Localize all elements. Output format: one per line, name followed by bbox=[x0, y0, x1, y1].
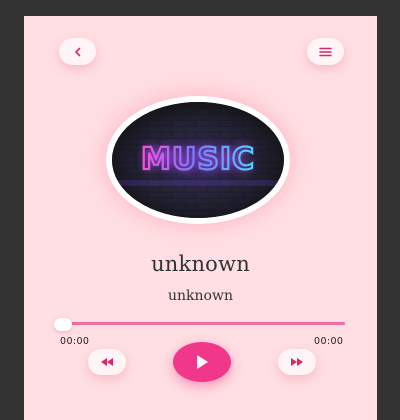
progress-bar[interactable] bbox=[62, 322, 345, 325]
album-art-image: MUSIC MUSIC bbox=[112, 102, 284, 218]
current-time: 00:00 bbox=[60, 336, 90, 347]
progress-thumb[interactable] bbox=[54, 318, 72, 331]
back-button[interactable] bbox=[59, 38, 96, 65]
play-button[interactable] bbox=[173, 342, 231, 382]
player-panel: MUSIC MUSIC unknown unknown 00:00 00:00 bbox=[24, 16, 377, 420]
total-time: 00:00 bbox=[314, 336, 344, 347]
menu-button[interactable] bbox=[307, 38, 344, 65]
song-artist: unknown bbox=[168, 288, 233, 304]
previous-button[interactable] bbox=[88, 349, 126, 375]
album-art-title: MUSIC bbox=[141, 142, 255, 177]
chevron-left-icon bbox=[74, 47, 80, 56]
next-button[interactable] bbox=[278, 349, 316, 375]
hamburger-menu-icon bbox=[319, 47, 332, 56]
song-title: unknown bbox=[151, 252, 250, 276]
album-art-frame: MUSIC MUSIC bbox=[106, 96, 290, 224]
play-icon bbox=[197, 355, 208, 369]
fast-forward-icon bbox=[291, 358, 303, 366]
album-art: MUSIC MUSIC bbox=[112, 102, 284, 218]
rewind-icon bbox=[101, 358, 113, 366]
